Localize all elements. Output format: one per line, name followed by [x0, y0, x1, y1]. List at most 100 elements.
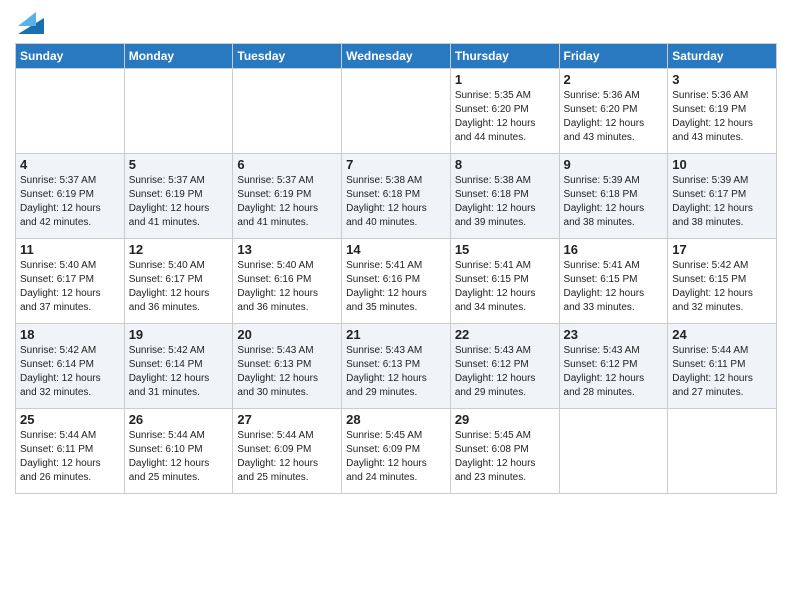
calendar-week-row: 4 Sunrise: 5:37 AM Sunset: 6:19 PM Daylig…	[16, 154, 777, 239]
calendar-cell: 29 Sunrise: 5:45 AM Sunset: 6:08 PM Dayli…	[450, 409, 559, 494]
day-number: 13	[237, 242, 337, 257]
calendar-cell	[16, 69, 125, 154]
calendar-cell: 12 Sunrise: 5:40 AM Sunset: 6:17 PM Dayli…	[124, 239, 233, 324]
day-info: Sunrise: 5:44 AM Sunset: 6:11 PM Dayligh…	[672, 344, 772, 400]
day-number: 25	[20, 412, 120, 427]
calendar-cell: 16 Sunrise: 5:41 AM Sunset: 6:15 PM Dayli…	[559, 239, 668, 324]
day-info: Sunrise: 5:38 AM Sunset: 6:18 PM Dayligh…	[455, 174, 555, 230]
calendar-cell: 1 Sunrise: 5:35 AM Sunset: 6:20 PM Daylig…	[450, 69, 559, 154]
day-info: Sunrise: 5:39 AM Sunset: 6:17 PM Dayligh…	[672, 174, 772, 230]
col-header-friday: Friday	[559, 44, 668, 69]
calendar-cell: 28 Sunrise: 5:45 AM Sunset: 6:09 PM Dayli…	[342, 409, 451, 494]
day-number: 26	[129, 412, 229, 427]
calendar-cell	[668, 409, 777, 494]
calendar-week-row: 11 Sunrise: 5:40 AM Sunset: 6:17 PM Dayli…	[16, 239, 777, 324]
day-number: 20	[237, 327, 337, 342]
calendar-cell: 7 Sunrise: 5:38 AM Sunset: 6:18 PM Daylig…	[342, 154, 451, 239]
calendar-week-row: 1 Sunrise: 5:35 AM Sunset: 6:20 PM Daylig…	[16, 69, 777, 154]
calendar-cell: 9Sunrise: 5:39 AM Sunset: 6:18 PM Daylig…	[559, 154, 668, 239]
calendar-cell: 18Sunrise: 5:42 AM Sunset: 6:14 PM Dayli…	[16, 324, 125, 409]
day-number: 16	[564, 242, 664, 257]
day-info: Sunrise: 5:44 AM Sunset: 6:10 PM Dayligh…	[129, 429, 229, 485]
day-number: 4	[20, 157, 120, 172]
calendar-cell: 3 Sunrise: 5:36 AM Sunset: 6:19 PM Daylig…	[668, 69, 777, 154]
day-info: Sunrise: 5:36 AM Sunset: 6:19 PM Dayligh…	[672, 89, 772, 145]
day-info: Sunrise: 5:43 AM Sunset: 6:12 PM Dayligh…	[455, 344, 555, 400]
calendar-week-row: 25 Sunrise: 5:44 AM Sunset: 6:11 PM Dayli…	[16, 409, 777, 494]
day-number: 3	[672, 72, 772, 87]
col-header-thursday: Thursday	[450, 44, 559, 69]
col-header-saturday: Saturday	[668, 44, 777, 69]
col-header-sunday: Sunday	[16, 44, 125, 69]
calendar-cell: 10 Sunrise: 5:39 AM Sunset: 6:17 PM Dayli…	[668, 154, 777, 239]
calendar-cell: 17Sunrise: 5:42 AM Sunset: 6:15 PM Dayli…	[668, 239, 777, 324]
calendar-cell	[559, 409, 668, 494]
day-number: 7	[346, 157, 446, 172]
day-number: 29	[455, 412, 555, 427]
col-header-tuesday: Tuesday	[233, 44, 342, 69]
day-number: 24	[672, 327, 772, 342]
calendar-cell: 15Sunrise: 5:41 AM Sunset: 6:15 PM Dayli…	[450, 239, 559, 324]
day-info: Sunrise: 5:45 AM Sunset: 6:09 PM Dayligh…	[346, 429, 446, 485]
day-number: 19	[129, 327, 229, 342]
col-header-monday: Monday	[124, 44, 233, 69]
page-header	[15, 10, 777, 39]
day-number: 10	[672, 157, 772, 172]
day-info: Sunrise: 5:37 AM Sunset: 6:19 PM Dayligh…	[237, 174, 337, 230]
day-number: 12	[129, 242, 229, 257]
day-info: Sunrise: 5:43 AM Sunset: 6:12 PM Dayligh…	[564, 344, 664, 400]
day-info: Sunrise: 5:40 AM Sunset: 6:17 PM Dayligh…	[129, 259, 229, 315]
day-info: Sunrise: 5:36 AM Sunset: 6:20 PM Dayligh…	[564, 89, 664, 145]
calendar-cell: 6 Sunrise: 5:37 AM Sunset: 6:19 PM Daylig…	[233, 154, 342, 239]
calendar-cell: 24 Sunrise: 5:44 AM Sunset: 6:11 PM Dayli…	[668, 324, 777, 409]
day-info: Sunrise: 5:38 AM Sunset: 6:18 PM Dayligh…	[346, 174, 446, 230]
day-info: Sunrise: 5:41 AM Sunset: 6:16 PM Dayligh…	[346, 259, 446, 315]
calendar-cell: 13 Sunrise: 5:40 AM Sunset: 6:16 PM Dayli…	[233, 239, 342, 324]
calendar-cell: 22 Sunrise: 5:43 AM Sunset: 6:12 PM Dayli…	[450, 324, 559, 409]
day-info: Sunrise: 5:35 AM Sunset: 6:20 PM Dayligh…	[455, 89, 555, 145]
calendar-cell: 20 Sunrise: 5:43 AM Sunset: 6:13 PM Dayli…	[233, 324, 342, 409]
calendar-cell: 4 Sunrise: 5:37 AM Sunset: 6:19 PM Daylig…	[16, 154, 125, 239]
col-header-wednesday: Wednesday	[342, 44, 451, 69]
calendar-cell: 14 Sunrise: 5:41 AM Sunset: 6:16 PM Dayli…	[342, 239, 451, 324]
day-info: Sunrise: 5:41 AM Sunset: 6:15 PM Dayligh…	[564, 259, 664, 315]
day-info: Sunrise: 5:43 AM Sunset: 6:13 PM Dayligh…	[346, 344, 446, 400]
day-number: 15	[455, 242, 555, 257]
day-number: 11	[20, 242, 120, 257]
calendar-header-row: SundayMondayTuesdayWednesdayThursdayFrid…	[16, 44, 777, 69]
day-number: 28	[346, 412, 446, 427]
calendar-cell: 19 Sunrise: 5:42 AM Sunset: 6:14 PM Dayli…	[124, 324, 233, 409]
day-info: Sunrise: 5:45 AM Sunset: 6:08 PM Dayligh…	[455, 429, 555, 485]
calendar-cell: 26 Sunrise: 5:44 AM Sunset: 6:10 PM Dayli…	[124, 409, 233, 494]
calendar-cell: 8 Sunrise: 5:38 AM Sunset: 6:18 PM Daylig…	[450, 154, 559, 239]
day-info: Sunrise: 5:37 AM Sunset: 6:19 PM Dayligh…	[20, 174, 120, 230]
day-info: Sunrise: 5:44 AM Sunset: 6:11 PM Dayligh…	[20, 429, 120, 485]
day-number: 14	[346, 242, 446, 257]
day-number: 22	[455, 327, 555, 342]
day-info: Sunrise: 5:39 AM Sunset: 6:18 PM Dayligh…	[564, 174, 664, 230]
calendar-week-row: 18Sunrise: 5:42 AM Sunset: 6:14 PM Dayli…	[16, 324, 777, 409]
day-number: 5	[129, 157, 229, 172]
calendar-cell: 27Sunrise: 5:44 AM Sunset: 6:09 PM Dayli…	[233, 409, 342, 494]
day-number: 23	[564, 327, 664, 342]
calendar-cell: 23 Sunrise: 5:43 AM Sunset: 6:12 PM Dayli…	[559, 324, 668, 409]
day-number: 17	[672, 242, 772, 257]
day-info: Sunrise: 5:40 AM Sunset: 6:17 PM Dayligh…	[20, 259, 120, 315]
logo	[15, 10, 44, 39]
day-info: Sunrise: 5:42 AM Sunset: 6:14 PM Dayligh…	[129, 344, 229, 400]
day-info: Sunrise: 5:40 AM Sunset: 6:16 PM Dayligh…	[237, 259, 337, 315]
day-number: 27	[237, 412, 337, 427]
calendar-cell: 5Sunrise: 5:37 AM Sunset: 6:19 PM Daylig…	[124, 154, 233, 239]
calendar-cell	[342, 69, 451, 154]
calendar-cell: 11 Sunrise: 5:40 AM Sunset: 6:17 PM Dayli…	[16, 239, 125, 324]
calendar-table: SundayMondayTuesdayWednesdayThursdayFrid…	[15, 43, 777, 494]
day-info: Sunrise: 5:42 AM Sunset: 6:14 PM Dayligh…	[20, 344, 120, 400]
day-number: 1	[455, 72, 555, 87]
logo-icon	[18, 8, 44, 34]
day-number: 6	[237, 157, 337, 172]
day-number: 8	[455, 157, 555, 172]
calendar-cell	[124, 69, 233, 154]
calendar-cell: 21 Sunrise: 5:43 AM Sunset: 6:13 PM Dayli…	[342, 324, 451, 409]
day-number: 21	[346, 327, 446, 342]
day-info: Sunrise: 5:43 AM Sunset: 6:13 PM Dayligh…	[237, 344, 337, 400]
